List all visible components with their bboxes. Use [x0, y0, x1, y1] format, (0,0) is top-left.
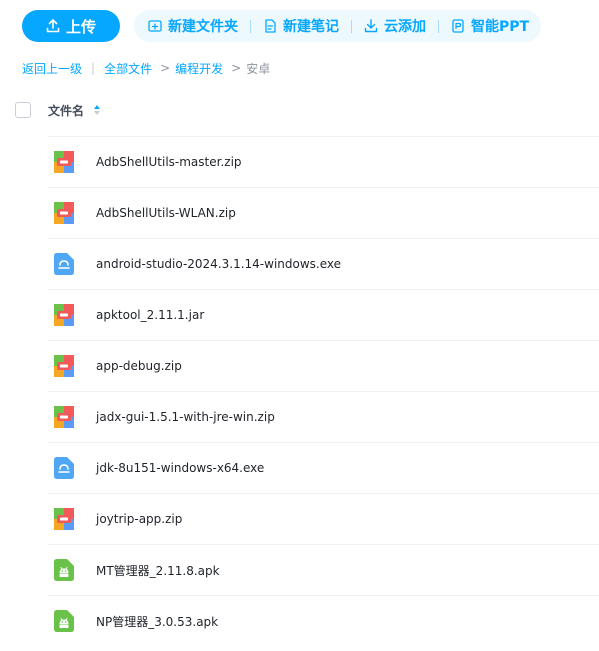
upload-icon: [46, 19, 60, 33]
breadcrumb-divider: |: [91, 61, 96, 75]
file-name[interactable]: AdbShellUtils-master.zip: [96, 155, 242, 169]
new-folder-button[interactable]: 新建文件夹: [148, 16, 238, 36]
file-row[interactable]: joytrip-app.zip: [48, 493, 599, 544]
file-name[interactable]: AdbShellUtils-WLAN.zip: [96, 206, 236, 220]
cloud-add-button[interactable]: 云添加: [364, 16, 426, 36]
archive-icon: [54, 202, 74, 224]
archive-icon: [54, 151, 74, 173]
exe-icon: [54, 457, 74, 479]
exe-icon: [54, 253, 74, 275]
name-column-label: 文件名: [48, 103, 85, 118]
divider: [351, 19, 352, 33]
archive-icon: [54, 406, 74, 428]
file-name[interactable]: jdk-8u151-windows-x64.exe: [96, 461, 264, 475]
file-row[interactable]: AdbShellUtils-WLAN.zip: [48, 187, 599, 238]
apk-icon: [54, 610, 74, 632]
file-row[interactable]: apktool_2.11.1.jar: [48, 289, 599, 340]
file-list: AdbShellUtils-master.zip AdbShellUtils-W…: [48, 136, 599, 646]
file-name[interactable]: app-debug.zip: [96, 359, 182, 373]
breadcrumb-item-all-files[interactable]: 全部文件: [104, 60, 152, 77]
new-folder-label: 新建文件夹: [168, 19, 238, 35]
file-name[interactable]: NP管理器_3.0.53.apk: [96, 613, 218, 630]
upload-button[interactable]: 上传: [22, 10, 120, 42]
divider: [438, 19, 439, 33]
new-folder-icon: [148, 20, 162, 32]
file-row[interactable]: app-debug.zip: [48, 340, 599, 391]
smart-ppt-label: 智能PPT: [471, 19, 530, 35]
smart-ppt-icon: [452, 19, 464, 33]
file-name[interactable]: android-studio-2024.3.1.14-windows.exe: [96, 257, 341, 271]
action-group: 新建文件夹 新建笔记 云添加 智能PPT: [134, 10, 542, 42]
new-note-icon: [265, 19, 276, 33]
file-row[interactable]: NP管理器_3.0.53.apk: [48, 595, 599, 646]
select-all-checkbox[interactable]: [15, 102, 31, 118]
file-row[interactable]: MT管理器_2.11.8.apk: [48, 544, 599, 595]
archive-icon: [54, 508, 74, 530]
sort-icon[interactable]: [93, 104, 101, 116]
file-row[interactable]: jadx-gui-1.5.1-with-jre-win.zip: [48, 391, 599, 442]
name-column-header[interactable]: 文件名: [48, 102, 101, 119]
breadcrumb-item-programming[interactable]: 编程开发: [175, 60, 223, 77]
file-row[interactable]: jdk-8u151-windows-x64.exe: [48, 442, 599, 493]
file-name[interactable]: apktool_2.11.1.jar: [96, 308, 204, 322]
file-row[interactable]: AdbShellUtils-master.zip: [48, 136, 599, 187]
file-name[interactable]: jadx-gui-1.5.1-with-jre-win.zip: [96, 410, 275, 424]
new-note-label: 新建笔记: [283, 19, 339, 35]
breadcrumb-separator: >: [160, 61, 171, 75]
archive-icon: [54, 304, 74, 326]
breadcrumb-current: 安卓: [246, 61, 271, 76]
toolbar: 上传 新建文件夹 新建笔记 云添加 智能PPT: [22, 10, 542, 42]
archive-icon: [54, 355, 74, 377]
apk-icon: [54, 559, 74, 581]
breadcrumb: 返回上一级 | 全部文件 > 编程开发 > 安卓: [22, 60, 270, 76]
file-name[interactable]: MT管理器_2.11.8.apk: [96, 562, 220, 579]
cloud-add-icon: [364, 19, 378, 33]
file-row[interactable]: android-studio-2024.3.1.14-windows.exe: [48, 238, 599, 289]
divider: [250, 19, 251, 33]
smart-ppt-button[interactable]: 智能PPT: [451, 16, 529, 36]
list-header: 文件名: [0, 92, 599, 128]
upload-label: 上传: [65, 17, 96, 36]
new-note-button[interactable]: 新建笔记: [263, 16, 339, 36]
breadcrumb-separator: >: [231, 61, 242, 75]
cloud-add-label: 云添加: [384, 19, 426, 35]
back-link[interactable]: 返回上一级: [22, 60, 82, 77]
file-name[interactable]: joytrip-app.zip: [96, 512, 182, 526]
